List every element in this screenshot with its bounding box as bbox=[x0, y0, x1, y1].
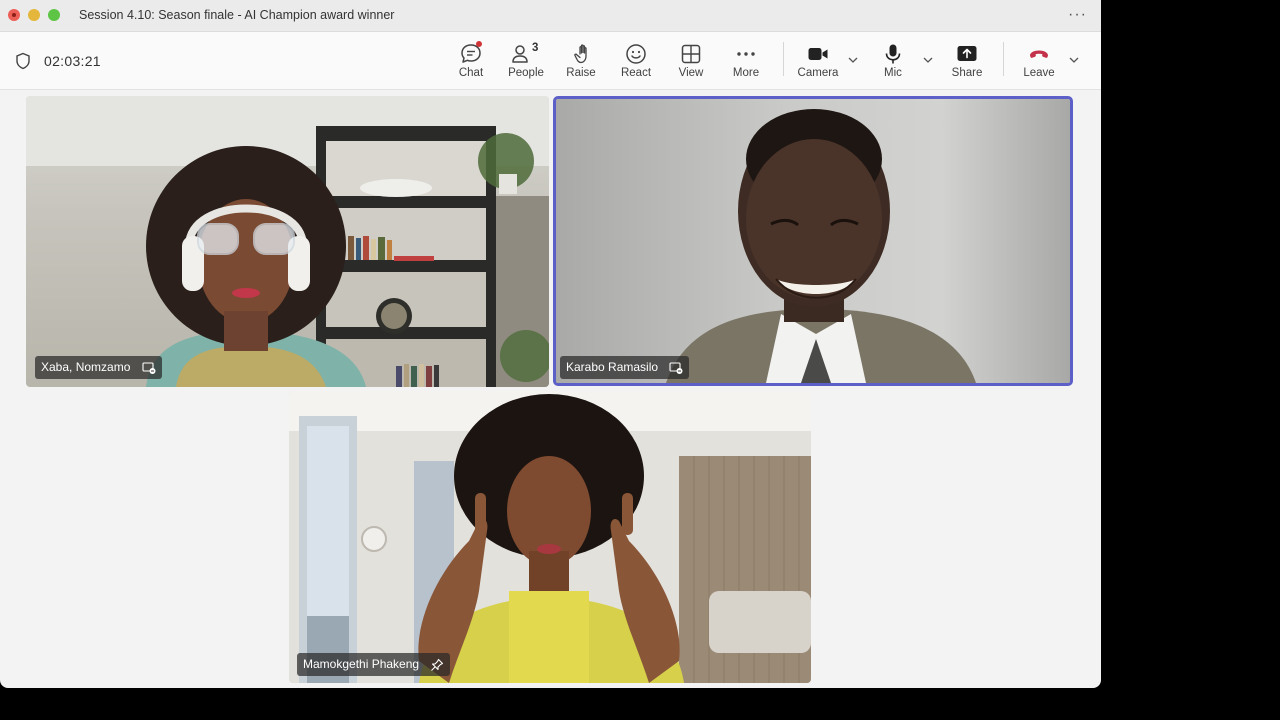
screen-share-status-icon bbox=[669, 362, 683, 374]
window-title: Session 4.10: Season finale - AI Champio… bbox=[79, 8, 395, 22]
raise-hand-icon bbox=[574, 44, 587, 64]
participant-name-tag: Karabo Ramasilo bbox=[560, 356, 690, 379]
chat-button[interactable]: Chat bbox=[446, 40, 496, 86]
camera-icon bbox=[808, 48, 828, 60]
view-button[interactable]: View bbox=[666, 40, 716, 86]
participant-video bbox=[26, 96, 549, 387]
react-button[interactable]: React bbox=[611, 40, 661, 86]
screen-share-status-icon bbox=[142, 362, 156, 374]
more-label: More bbox=[732, 67, 760, 79]
people-button[interactable]: 3 People bbox=[501, 40, 551, 86]
more-button[interactable]: More bbox=[721, 40, 771, 86]
participant-name-tag: Xaba, Nomzamo bbox=[35, 356, 162, 379]
mic-chevron-down-icon[interactable] bbox=[922, 54, 934, 66]
participant-name-tag: Mamokgethi Phakeng bbox=[297, 653, 451, 676]
leave-chevron-down-icon[interactable] bbox=[1068, 54, 1080, 66]
mic-label: Mic bbox=[884, 67, 902, 79]
microphone-icon bbox=[885, 44, 901, 64]
camera-button[interactable]: Camera bbox=[793, 40, 843, 86]
participant-name: Mamokgethi Phakeng bbox=[303, 657, 420, 671]
video-tile-pinned[interactable]: Mamokgethi Phakeng bbox=[289, 391, 811, 683]
camera-label: Camera bbox=[797, 67, 839, 79]
video-tile[interactable]: Xaba, Nomzamo bbox=[26, 96, 549, 387]
mic-button[interactable]: Mic bbox=[868, 40, 918, 86]
pin-icon[interactable] bbox=[430, 658, 444, 672]
meeting-toolbar: 02:03:21 Chat 3 People Raise React View … bbox=[0, 32, 1101, 90]
camera-chevron-down-icon[interactable] bbox=[847, 54, 859, 66]
grid-view-icon bbox=[681, 44, 701, 64]
video-tile-active-speaker[interactable]: Karabo Ramasilo bbox=[553, 96, 1073, 386]
participant-name: Xaba, Nomzamo bbox=[41, 360, 131, 374]
leave-label: Leave bbox=[1023, 67, 1055, 79]
participant-video bbox=[556, 99, 1070, 383]
meeting-window: Session 4.10: Season finale - AI Champio… bbox=[0, 0, 1101, 688]
smiley-icon bbox=[626, 44, 646, 64]
hang-up-icon bbox=[1030, 50, 1048, 58]
title-bar: Session 4.10: Season finale - AI Champio… bbox=[0, 0, 1101, 32]
more-dots-icon bbox=[737, 52, 755, 56]
people-icon bbox=[512, 45, 528, 63]
close-window-button[interactable] bbox=[8, 9, 20, 21]
leave-button[interactable]: Leave bbox=[1014, 40, 1064, 86]
minimize-window-button[interactable] bbox=[28, 9, 40, 21]
share-screen-icon bbox=[957, 46, 977, 61]
meeting-timer: 02:03:21 bbox=[44, 53, 101, 69]
shield-icon[interactable] bbox=[14, 52, 32, 70]
raise-hand-button[interactable]: Raise bbox=[556, 40, 606, 86]
more-options-icon[interactable]: ··· bbox=[1068, 6, 1087, 24]
participant-video bbox=[289, 391, 811, 683]
share-button[interactable]: Share bbox=[942, 40, 992, 86]
unread-dot bbox=[476, 41, 482, 47]
people-count: 3 bbox=[532, 42, 539, 54]
maximize-window-button[interactable] bbox=[48, 9, 60, 21]
share-label: Share bbox=[951, 67, 983, 79]
participant-name: Karabo Ramasilo bbox=[566, 360, 659, 374]
